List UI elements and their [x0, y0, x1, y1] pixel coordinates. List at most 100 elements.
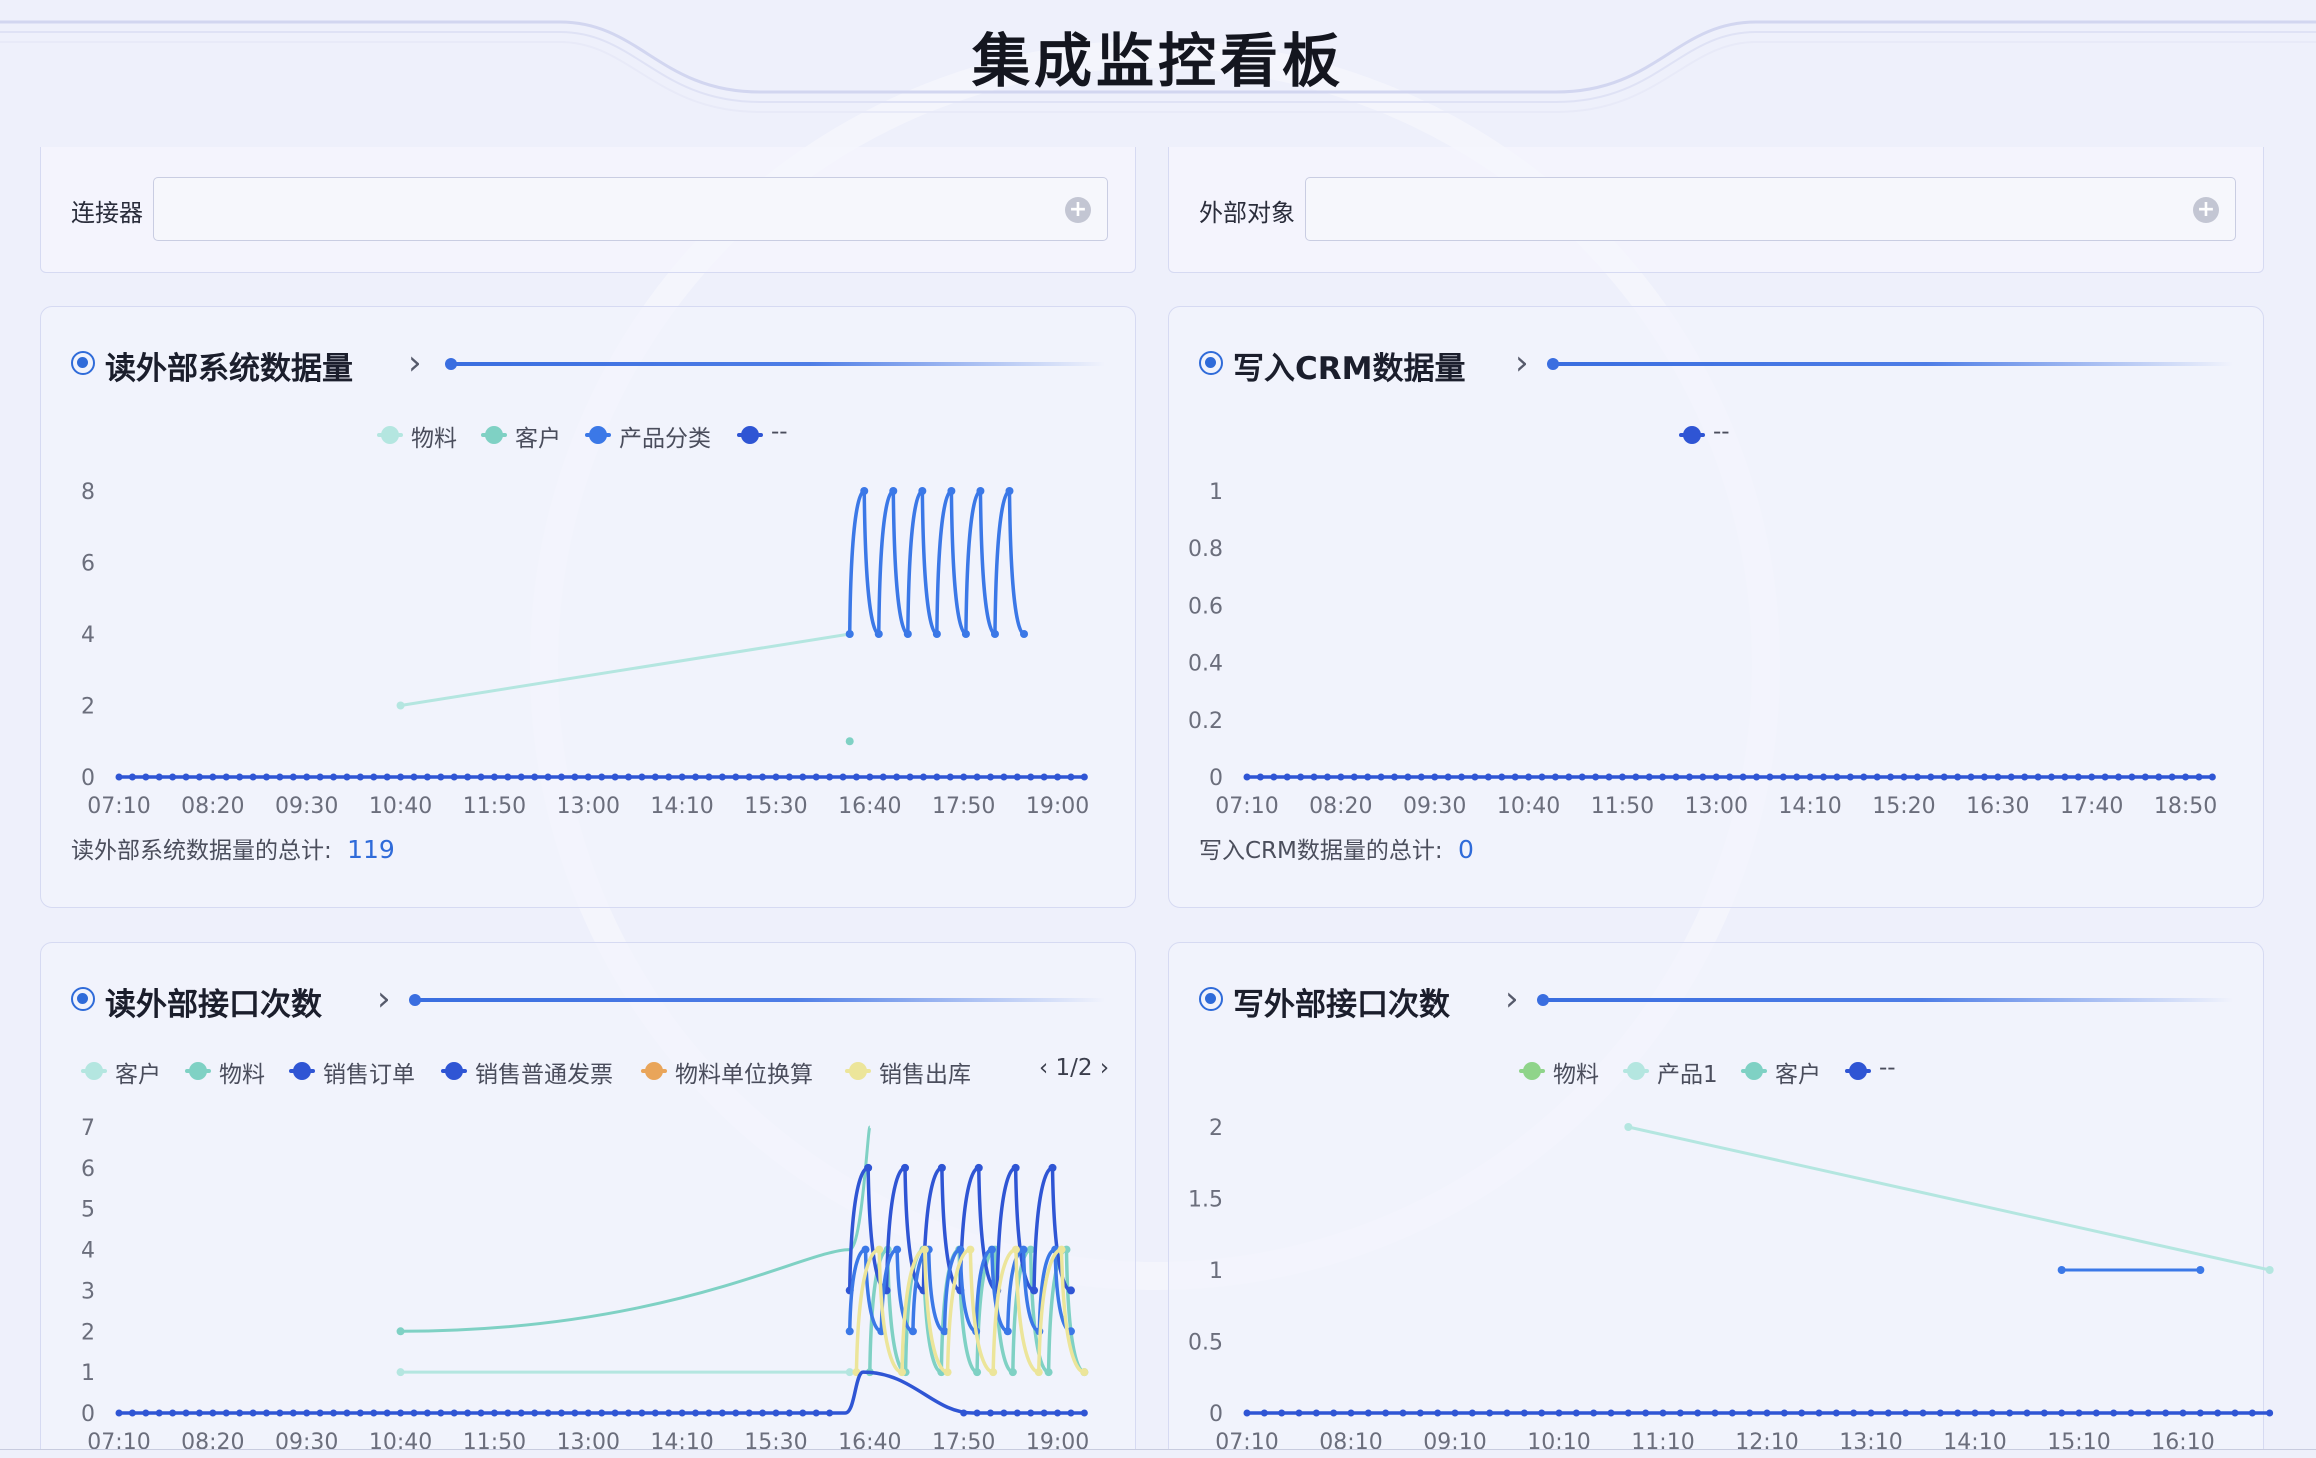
legend-label: 销售出库: [879, 1062, 971, 1088]
chevron-right-icon[interactable]: ›: [1515, 345, 1529, 381]
data-point: [1451, 1409, 1459, 1417]
legend-label: --: [771, 419, 788, 445]
line-chart: 00.511.5207:10 08:10 09:10 10:10 11:10 12:10 1…: [1188, 1116, 2274, 1455]
data-point: [1337, 773, 1345, 781]
data-point: [611, 1409, 619, 1417]
data-point: [316, 773, 324, 781]
plus-circle-icon[interactable]: +: [1065, 197, 1091, 223]
data-point: [115, 1409, 123, 1417]
data-point: [557, 773, 565, 781]
data-point: [1404, 773, 1412, 781]
series-line: [1628, 1125, 2270, 1272]
read-external-calls-card: 读外部接口次数 › 客户 物料 销售订单 销售普通发票 物料单位换算 销售出库: [40, 942, 1136, 1458]
chevron-right-icon[interactable]: ›: [1505, 981, 1519, 1017]
series-line: [400, 1125, 872, 1333]
data-point: [544, 1409, 552, 1417]
data-point: [759, 1409, 767, 1417]
external-object-input[interactable]: +: [1305, 177, 2236, 241]
data-point: [1645, 773, 1653, 781]
data-point: [692, 1409, 700, 1417]
y-tick-label: 1.5: [1188, 1188, 1223, 1213]
data-point: [410, 773, 418, 781]
data-point: [718, 773, 726, 781]
pager-text: 1/2: [1055, 1055, 1093, 1081]
page-title: 集成监控看板: [971, 27, 1344, 95]
legend-marker-icon: [81, 1062, 107, 1080]
data-point: [2023, 1409, 2031, 1417]
data-point: [370, 773, 378, 781]
chevron-right-icon[interactable]: ›: [377, 981, 391, 1017]
y-tick-label: 1: [1209, 480, 1223, 505]
x-tick-label: 13:00: [557, 794, 620, 819]
data-point: [2047, 773, 2055, 781]
data-point: [1685, 773, 1693, 781]
data-point: [276, 773, 284, 781]
data-point: [1833, 773, 1841, 781]
data-point: [1278, 1409, 1286, 1417]
data-point: [1728, 1409, 1736, 1417]
x-tick-label: 16:40: [838, 794, 901, 819]
data-point: [115, 773, 123, 781]
data-point: [222, 773, 230, 781]
data-point: [1347, 1409, 1355, 1417]
data-point: [517, 773, 525, 781]
data-point: [1458, 773, 1466, 781]
data-point: [423, 773, 431, 781]
data-point: [222, 1409, 230, 1417]
data-point: [531, 1409, 539, 1417]
connector-input[interactable]: +: [153, 177, 1108, 241]
data-point: [249, 773, 257, 781]
y-tick-label: 0.5: [1188, 1331, 1223, 1356]
data-point: [799, 773, 807, 781]
chevron-left-icon[interactable]: ‹: [1039, 1055, 1048, 1081]
data-point: [1377, 773, 1385, 781]
external-object-label: 外部对象: [1199, 199, 1295, 227]
card-title: 写入CRM数据量: [1233, 351, 1466, 387]
data-point: [638, 1409, 646, 1417]
legend-marker-icon: [481, 426, 507, 444]
data-point: [852, 773, 860, 781]
data-point: [1815, 1409, 1823, 1417]
data-point: [2088, 773, 2096, 781]
legend-marker-icon: [441, 1062, 467, 1080]
data-point: [1431, 773, 1439, 781]
legend-label: --: [1879, 1055, 1896, 1081]
data-point: [2061, 773, 2069, 781]
data-point: [477, 1409, 485, 1417]
data-point: [611, 773, 619, 781]
data-point: [933, 773, 941, 781]
data-point: [1013, 773, 1021, 781]
data-point: [1860, 773, 1868, 781]
legend-marker-icon: [1679, 426, 1705, 444]
write-external-calls-card: 写外部接口次数 › 物料 产品1 客户 -- 0 0.5 1 1.5 2 07:10 08:…: [1168, 942, 2274, 1458]
data-point: [1592, 773, 1600, 781]
x-tick-label: 11:50: [463, 794, 526, 819]
plus-circle-icon[interactable]: +: [2193, 197, 2219, 223]
x-tick-label: 09:30: [275, 794, 338, 819]
data-point: [906, 773, 914, 781]
x-tick-label: 07:10: [1215, 794, 1278, 819]
data-point: [2034, 773, 2042, 781]
y-tick-label: 2: [81, 1320, 95, 1345]
x-tick-label: 07:10: [87, 794, 150, 819]
legend-label: 销售订单: [323, 1062, 415, 1088]
chart-legend: 客户 物料 销售订单 销售普通发票 物料单位换算 销售出库 ‹ 1/2 ›: [81, 1055, 1115, 1088]
data-point: [450, 773, 458, 781]
data-point: [2074, 773, 2082, 781]
data-point: [1080, 773, 1088, 781]
chevron-right-icon[interactable]: ›: [1100, 1055, 1109, 1081]
data-point: [1806, 773, 1814, 781]
data-point: [1310, 773, 1318, 781]
data-point: [1967, 773, 1975, 781]
chart-legend: --: [1679, 419, 1803, 449]
data-point: [1694, 1409, 1702, 1417]
data-point: [759, 773, 767, 781]
legend-marker-icon: [641, 1062, 667, 1080]
data-point: [1040, 1409, 1048, 1417]
data-point: [812, 1409, 820, 1417]
data-point: [772, 1409, 780, 1417]
y-tick-label: 0: [1209, 1402, 1223, 1427]
data-point: [236, 773, 244, 781]
chevron-right-icon[interactable]: ›: [408, 345, 422, 381]
data-point: [1520, 1409, 1528, 1417]
